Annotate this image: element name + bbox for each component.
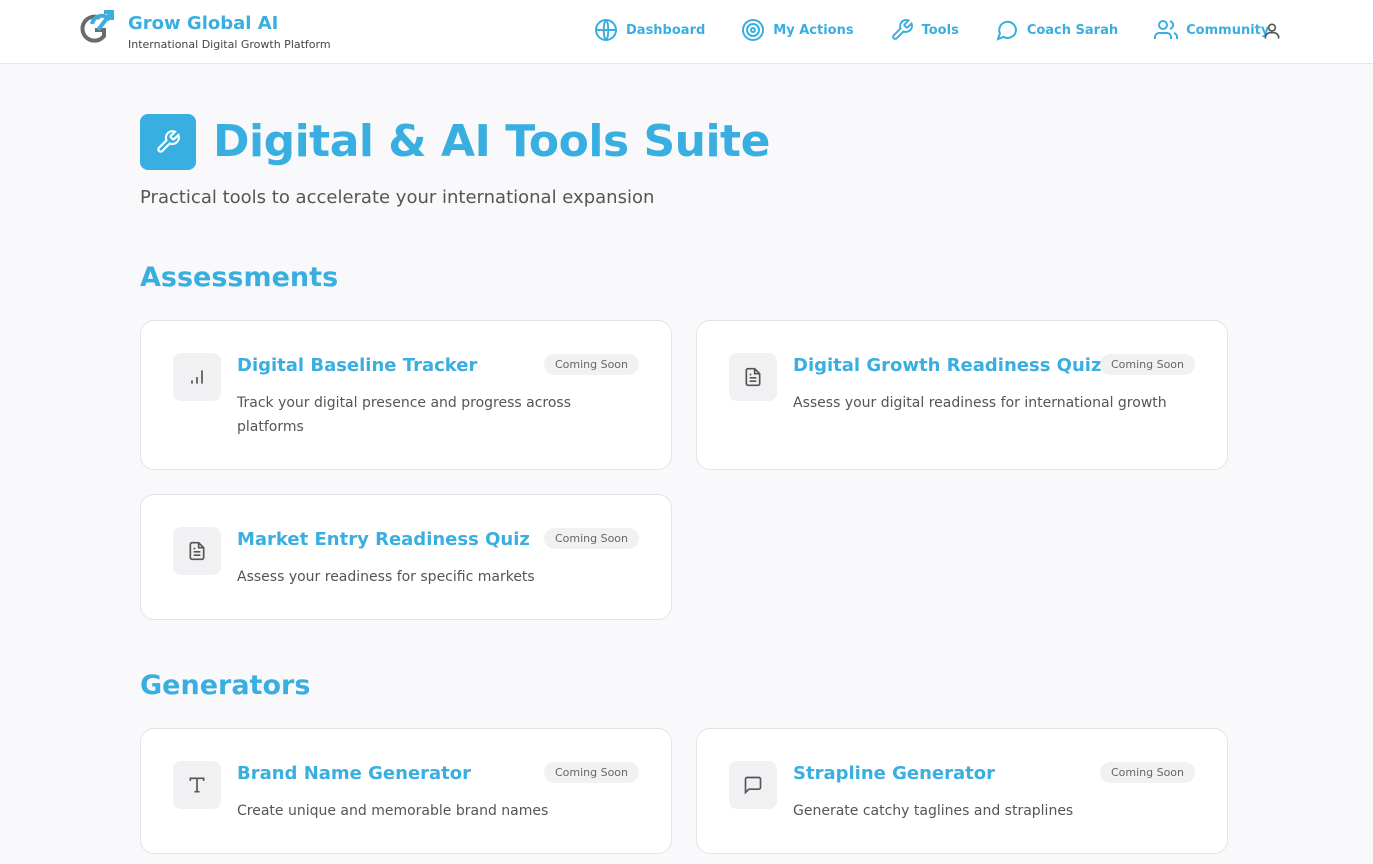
nav-coach-sarah-label: Coach Sarah: [1026, 22, 1119, 38]
card-title: Market Entry Readiness Quiz: [237, 529, 530, 550]
nav-community[interactable]: Community: [1154, 18, 1269, 42]
nav-community-label: Community: [1186, 22, 1270, 38]
card-title: Brand Name Generator: [237, 763, 472, 784]
card-title: Strapline Generator: [793, 763, 995, 784]
page-title: Digital & AI Tools Suite: [213, 116, 770, 167]
card-description: Generate catchy taglines and straplines: [793, 803, 1074, 819]
status-badge: Coming Soon: [1099, 762, 1195, 783]
user-icon: [1264, 23, 1280, 39]
tool-card-digital-growth-readiness-quiz[interactable]: Digital Growth Readiness Quiz Coming Soo…: [696, 320, 1228, 470]
card-title: Digital Baseline Tracker: [237, 355, 478, 376]
tool-card-brand-name-generator[interactable]: Brand Name Generator Coming Soon Create …: [140, 728, 672, 854]
target-icon: [742, 19, 765, 41]
bar-chart-icon: [173, 353, 221, 401]
brand-logo[interactable]: Grow Global AI International Digital Gro…: [78, 10, 331, 52]
wrench-icon: [891, 19, 913, 40]
page-subtitle: Practical tools to accelerate your inter…: [140, 187, 655, 208]
nav-my-actions[interactable]: My Actions: [741, 18, 854, 42]
card-description: Create unique and memorable brand names: [237, 803, 549, 819]
status-badge: Coming Soon: [543, 528, 639, 549]
nav-dashboard-label: Dashboard: [626, 22, 706, 38]
page-header: Digital & AI Tools Suite: [140, 112, 770, 172]
nav-my-actions-label: My Actions: [773, 22, 854, 38]
logo-icon: [78, 10, 114, 50]
nav-tools-label: Tools: [921, 22, 959, 38]
message-square-icon: [729, 761, 777, 809]
section-title-generators: Generators: [140, 670, 311, 701]
type-icon: [173, 761, 221, 809]
tool-card-digital-baseline-tracker[interactable]: Digital Baseline Tracker Coming Soon Tra…: [140, 320, 672, 470]
nav-coach-sarah[interactable]: Coach Sarah: [995, 18, 1118, 42]
section-title-assessments: Assessments: [140, 262, 339, 293]
wrench-icon: [140, 114, 196, 170]
user-menu-button[interactable]: [1262, 21, 1282, 45]
status-badge: Coming Soon: [543, 762, 639, 783]
card-description: Assess your digital readiness for intern…: [793, 395, 1167, 411]
app-name: Grow Global AI: [128, 13, 279, 34]
top-header: Grow Global AI International Digital Gro…: [0, 0, 1373, 64]
chat-bubble-icon: [996, 20, 1017, 41]
tool-card-market-entry-readiness-quiz[interactable]: Market Entry Readiness Quiz Coming Soon …: [140, 494, 672, 620]
main-nav: Dashboard My Actions Tools Coach Sarah C…: [594, 18, 1305, 42]
nav-tools[interactable]: Tools: [890, 18, 959, 42]
globe-icon: [595, 19, 617, 41]
users-icon: [1154, 20, 1179, 39]
app-tagline: International Digital Growth Platform: [128, 38, 331, 51]
document-icon: [729, 353, 777, 401]
status-badge: Coming Soon: [1099, 354, 1195, 375]
document-icon: [173, 527, 221, 575]
status-badge: Coming Soon: [543, 354, 639, 375]
tool-card-strapline-generator[interactable]: Strapline Generator Coming Soon Generate…: [696, 728, 1228, 854]
card-description: Assess your readiness for specific marke…: [237, 569, 535, 585]
card-description: Track your digital presence and progress…: [237, 395, 572, 435]
card-title: Digital Growth Readiness Quiz: [793, 355, 1102, 376]
nav-dashboard[interactable]: Dashboard: [594, 18, 705, 42]
